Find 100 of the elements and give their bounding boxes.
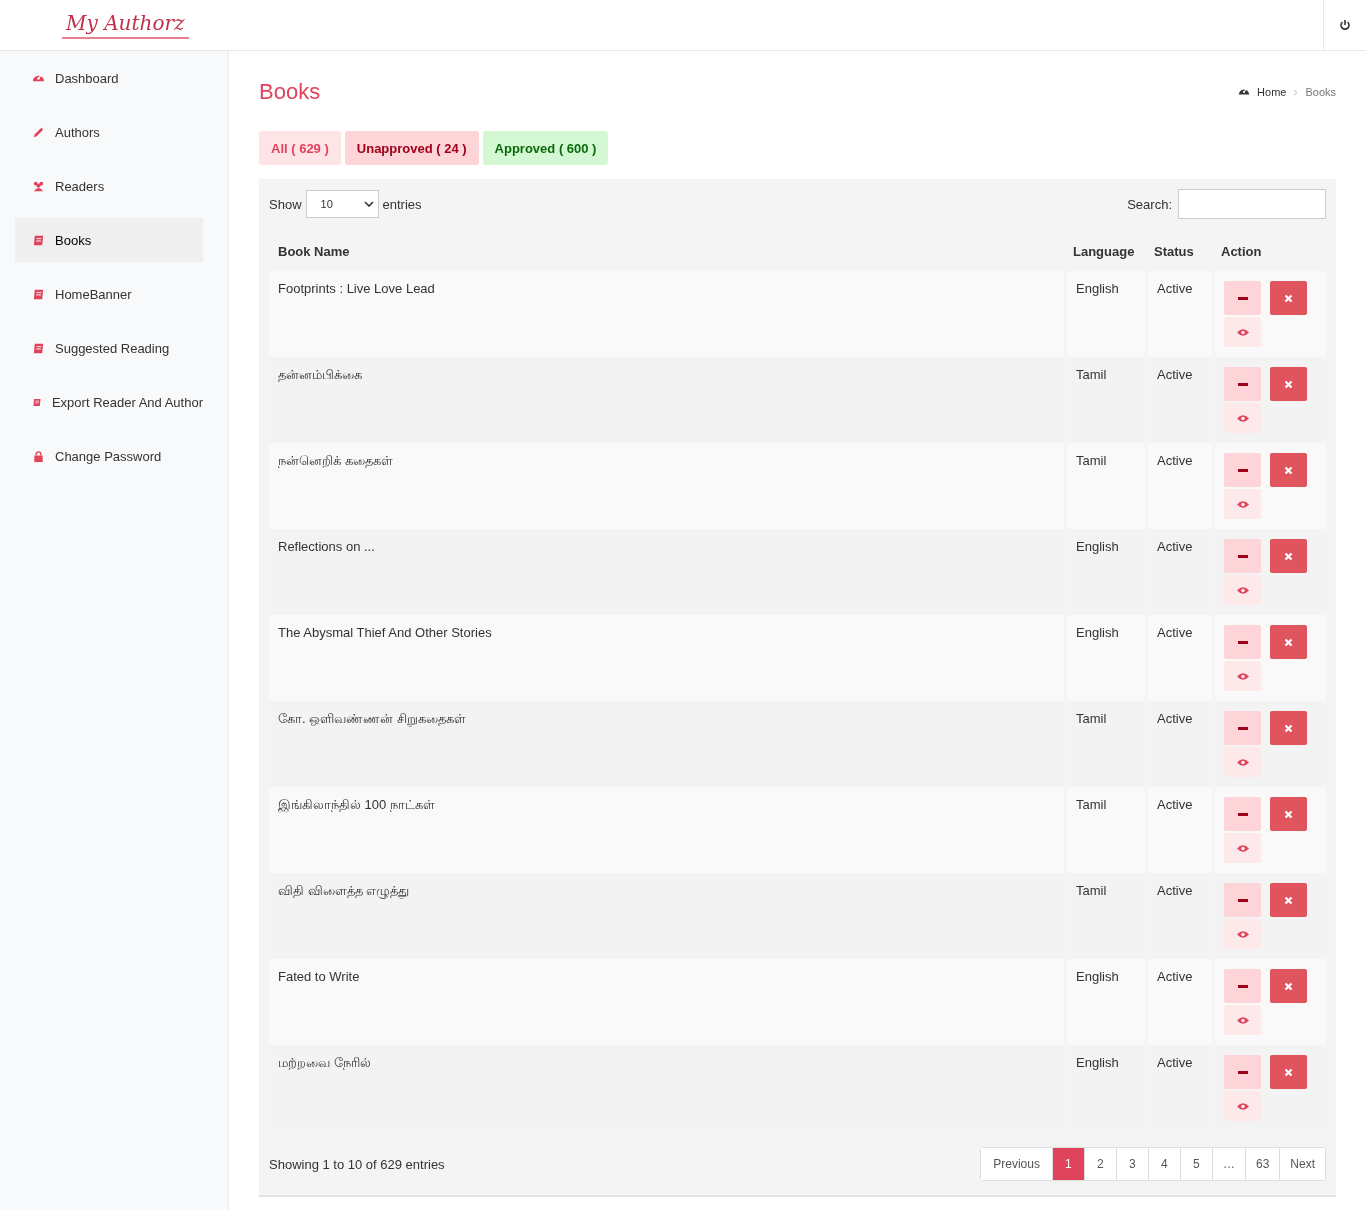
column-header: Book Name <box>277 242 351 261</box>
minus-icon <box>1237 640 1248 644</box>
eye-icon <box>1235 585 1250 595</box>
delete-button[interactable] <box>1270 1055 1307 1089</box>
close-icon <box>1284 379 1293 389</box>
delete-button[interactable] <box>1270 367 1307 401</box>
lock-icon <box>32 449 45 463</box>
minus-button[interactable] <box>1224 367 1261 401</box>
table-cell: Active <box>1145 271 1212 357</box>
logo[interactable]: My Authorz <box>62 11 189 39</box>
delete-button[interactable] <box>1270 797 1307 831</box>
view-button[interactable] <box>1224 317 1261 347</box>
table-info: Showing 1 to 10 of 629 entries <box>269 1156 445 1172</box>
delete-button[interactable] <box>1270 969 1307 1003</box>
column-header: Status <box>1153 242 1195 261</box>
eye-icon <box>1235 327 1250 337</box>
table-cell: Active <box>1145 787 1212 873</box>
eye-icon <box>1235 413 1250 423</box>
close-icon <box>1284 551 1293 561</box>
delete-button[interactable] <box>1270 711 1307 745</box>
table-cell: Footprints : Live Love Lead <box>269 271 1064 357</box>
delete-button[interactable] <box>1270 281 1307 315</box>
close-icon <box>1284 809 1293 819</box>
sidebar-item[interactable]: HomeBanner <box>15 272 203 316</box>
sidebar-item[interactable]: Change Password <box>15 434 203 478</box>
table-cell: Active <box>1145 615 1212 701</box>
filter-button[interactable]: Unapproved ( 24 ) <box>344 131 479 165</box>
power-icon[interactable] <box>1339 19 1351 31</box>
eye-icon <box>1235 1101 1250 1111</box>
table-cell: நன்னெறிக் கதைகள் <box>269 443 1064 529</box>
minus-button[interactable] <box>1224 539 1261 573</box>
sidebar-item[interactable]: Books <box>15 218 203 262</box>
minus-icon <box>1237 554 1248 558</box>
table-cell: English <box>1064 615 1145 701</box>
search-label: Search: <box>1127 196 1172 212</box>
breadcrumb-link[interactable]: Home <box>1257 86 1287 98</box>
close-icon <box>1284 465 1293 475</box>
sidebar-item[interactable]: Export Reader And Author <box>15 380 203 424</box>
book-icon <box>32 341 45 355</box>
table-cell: Tamil <box>1064 787 1145 873</box>
close-icon <box>1284 723 1293 733</box>
table-cell: English <box>1064 271 1145 357</box>
delete-button[interactable] <box>1270 625 1307 659</box>
view-button[interactable] <box>1224 1005 1261 1035</box>
eye-icon <box>1235 929 1250 939</box>
minus-button[interactable] <box>1224 969 1261 1003</box>
close-icon <box>1284 637 1293 647</box>
close-icon <box>1284 981 1293 991</box>
sidebar-item[interactable]: Authors <box>15 110 203 154</box>
show-label: Show <box>269 196 302 212</box>
page-size-select[interactable]: 10 <box>305 190 379 218</box>
sidebar-item[interactable]: Suggested Reading <box>15 326 203 370</box>
delete-button[interactable] <box>1270 539 1307 573</box>
page-button[interactable]: 1 <box>1051 1148 1084 1180</box>
close-icon <box>1284 1067 1293 1077</box>
view-button[interactable] <box>1224 833 1261 863</box>
minus-icon <box>1237 812 1248 816</box>
minus-button[interactable] <box>1224 797 1261 831</box>
view-button[interactable] <box>1224 661 1261 691</box>
minus-button[interactable] <box>1224 625 1261 659</box>
sidebar-item[interactable]: Readers <box>15 164 203 208</box>
minus-button[interactable] <box>1224 711 1261 745</box>
chevron-icon <box>1293 88 1299 96</box>
view-button[interactable] <box>1224 919 1261 949</box>
book-icon <box>32 287 45 301</box>
close-icon <box>1284 895 1293 905</box>
minus-icon <box>1237 726 1248 730</box>
dashboard-icon <box>1238 86 1251 98</box>
delete-button[interactable] <box>1270 883 1307 917</box>
delete-button[interactable] <box>1270 453 1307 487</box>
view-button[interactable] <box>1224 1091 1261 1121</box>
caret-icon <box>363 201 374 207</box>
minus-icon <box>1237 1070 1248 1074</box>
minus-icon <box>1237 984 1248 988</box>
page-button[interactable]: Next <box>1279 1148 1325 1180</box>
view-button[interactable] <box>1224 489 1261 519</box>
book-icon <box>32 233 45 247</box>
eye-icon <box>1235 757 1250 767</box>
filter-button[interactable]: Approved ( 600 ) <box>482 131 609 165</box>
table-cell: The Abysmal Thief And Other Stories <box>269 615 1064 701</box>
minus-button[interactable] <box>1224 883 1261 917</box>
minus-button[interactable] <box>1224 281 1261 315</box>
table-cell: Tamil <box>1064 443 1145 529</box>
minus-icon <box>1237 468 1248 472</box>
table-cell: Fated to Write <box>269 959 1064 1045</box>
eye-icon <box>1235 843 1250 853</box>
view-button[interactable] <box>1224 403 1261 433</box>
table-cell: Active <box>1145 959 1212 1045</box>
minus-button[interactable] <box>1224 453 1261 487</box>
table-cell: இங்கிலாந்தில் 100 நாட்கள் <box>269 787 1064 873</box>
eye-icon <box>1235 1015 1250 1025</box>
pencil-icon <box>32 125 45 139</box>
eye-icon <box>1235 499 1250 509</box>
minus-icon <box>1237 898 1248 902</box>
column-header: Action <box>1220 242 1263 261</box>
view-button[interactable] <box>1224 575 1261 605</box>
search-field[interactable] <box>1178 189 1326 219</box>
sidebar-item[interactable]: Dashboard <box>15 56 203 100</box>
view-button[interactable] <box>1224 747 1261 777</box>
minus-button[interactable] <box>1224 1055 1261 1089</box>
